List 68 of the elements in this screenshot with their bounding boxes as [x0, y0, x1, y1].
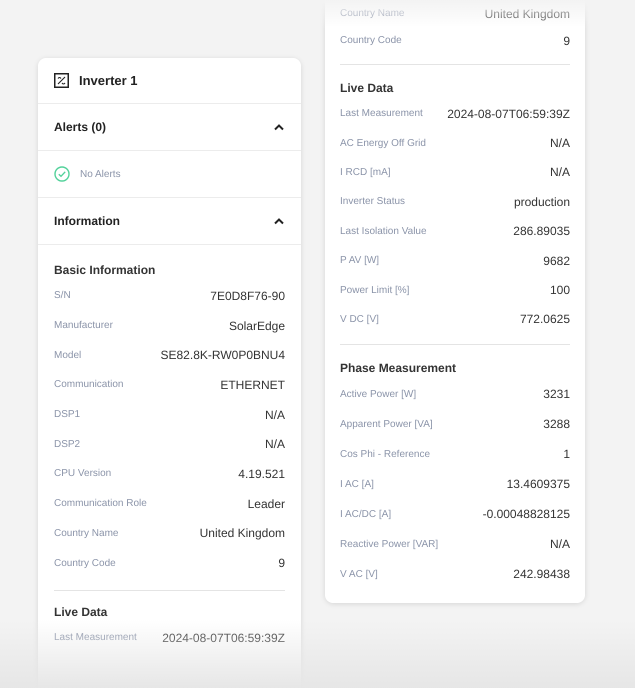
field-value: 9 [278, 555, 285, 572]
field-value: Leader [248, 496, 285, 513]
field-label: Model [54, 348, 82, 363]
field-value: 100 [550, 282, 570, 300]
field-value: 4.19.521 [238, 466, 285, 483]
field-value: 772.0625 [520, 311, 570, 328]
field-label: DSP1 [54, 408, 80, 422]
field-value: United Kingdom [484, 6, 570, 22]
field-value: 242.98438 [513, 566, 570, 584]
field-label: Manufacturer [54, 319, 113, 334]
field-label: Communication Role [54, 497, 147, 512]
field-label: Country Code [340, 34, 402, 48]
field-value: -0.00048828125 [482, 506, 570, 524]
chevron-icon [273, 123, 285, 131]
field-value: 7E0D8F76-90 [210, 288, 285, 305]
check-circle-icon [54, 166, 70, 182]
field-value: 286.89035 [513, 223, 570, 240]
field-value: 9 [563, 32, 570, 50]
field-label: V AC [V] [340, 568, 378, 582]
field-label: V DC [V] [340, 312, 379, 327]
field-value: N/A [550, 164, 570, 182]
field-value: 2024-08-07T06:59:39Z [162, 630, 285, 647]
section-heading: Basic Information [54, 262, 156, 279]
field-label: I AC/DC [A] [340, 508, 392, 522]
field-value: N/A [550, 135, 570, 152]
field-label: I AC [A] [340, 478, 374, 492]
section-heading: Live Data [340, 80, 394, 97]
section-heading: Live Data [54, 604, 108, 621]
field-value: production [514, 194, 570, 211]
field-label: Cos Phi - Reference [340, 448, 430, 462]
chevron-icon [273, 217, 285, 225]
field-label: Country Name [340, 7, 404, 21]
information-header[interactable]: Information [38, 198, 301, 245]
field-label: Last Measurement [54, 631, 137, 646]
field-label: Reactive Power [VAR] [340, 538, 438, 552]
section-heading: Phase Measurement [340, 360, 458, 378]
field-value: N/A [550, 536, 570, 554]
field-label: P AV [W] [340, 254, 380, 268]
field-value: 1 [563, 446, 570, 464]
field-label: Inverter Status [340, 195, 406, 210]
field-label: Last Isolation Value [340, 224, 427, 239]
field-label: Power Limit [%] [340, 284, 410, 298]
field-label: Country Code [54, 556, 116, 571]
alerts-header[interactable]: Alerts (0) [38, 104, 301, 151]
card-title: Inverter 1 [79, 72, 138, 90]
field-label: Communication [54, 378, 124, 392]
field-value: 9682 [543, 252, 570, 270]
field-value: 2024-08-07T06:59:39Z [447, 106, 570, 123]
field-label: I RCD [mA] [340, 166, 391, 180]
field-value: 3231 [543, 386, 570, 404]
field-value: SolarEdge [228, 318, 285, 335]
field-label: Country Name [54, 526, 118, 541]
field-value: N/A [264, 436, 285, 454]
field-value: 3288 [543, 416, 570, 434]
field-label: S/N [54, 289, 71, 304]
field-label: AC Energy Off Grid [340, 136, 426, 151]
field-label: Active Power [W] [340, 388, 416, 402]
field-value: ETHERNET [220, 376, 285, 394]
no-alerts-text: No Alerts [80, 168, 121, 182]
field-value: United Kingdom [200, 525, 285, 542]
field-value: N/A [264, 406, 285, 424]
field-label: Apparent Power [VA] [340, 418, 433, 432]
field-label: DSP2 [54, 438, 80, 452]
field-value: SE82.8K-RW0P0BNU4 [160, 347, 285, 364]
field-value: 13.4609375 [506, 476, 570, 494]
inverter-icon [54, 73, 69, 88]
field-label: CPU Version [54, 467, 112, 482]
field-label: Last Measurement [340, 107, 423, 122]
